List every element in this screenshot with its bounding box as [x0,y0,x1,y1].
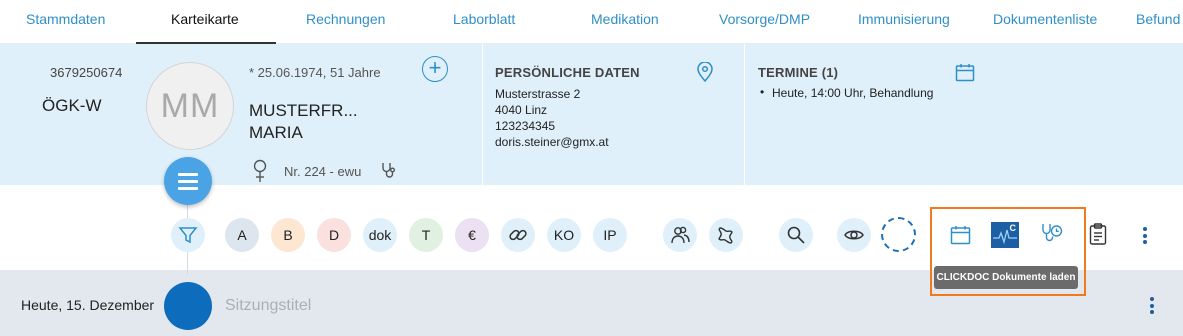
address-block: Musterstrasse 2 4040 Linz 123234345 dori… [495,86,609,150]
divider [744,44,745,185]
more-options-icon[interactable] [1143,227,1147,247]
map-button[interactable] [709,218,743,252]
patient-first-name: MARIA [249,123,303,142]
location-pin-icon[interactable] [696,61,714,87]
filter-icon [178,227,198,244]
link-icon [509,229,527,241]
view-button[interactable] [837,218,871,252]
tab-rechnungen[interactable]: Rechnungen [306,0,385,44]
tab-vorsorge-dmp[interactable]: Vorsorge/DMP [719,0,810,44]
calendar-icon[interactable] [955,63,975,87]
patient-name: MUSTERFR... MARIA [249,100,358,144]
phone-number: 123234345 [495,119,556,133]
map-icon [718,227,733,244]
clipboard-icon[interactable] [1089,223,1107,250]
filter-chip-ip[interactable]: IP [593,218,627,252]
divider [482,44,483,185]
menu-button[interactable] [164,157,212,205]
tab-bar: Stammdaten Karteikarte Rechnungen Laborb… [0,0,1183,44]
search-icon [787,226,805,244]
session-title-input[interactable]: Sitzungstitel [225,297,311,315]
insurer-name: ÖGK-W [42,96,102,115]
placeholder-button[interactable] [881,217,916,252]
address-city: 4040 Linz [495,103,548,117]
appointment-item[interactable]: Heute, 14:00 Uhr, Behandlung [758,85,933,100]
filter-chip-d[interactable]: D [317,218,351,252]
session-date: Heute, 15. Dezember [21,297,155,313]
hamburger-icon-bar [178,180,198,183]
tab-karteikarte[interactable]: Karteikarte [171,0,239,44]
appointment-list: Heute, 14:00 Uhr, Behandlung [758,85,933,100]
tab-stammdaten[interactable]: Stammdaten [26,0,105,44]
tab-laborblatt[interactable]: Laborblatt [453,0,515,44]
insurance-number: 3679250674 [50,65,123,80]
tab-befund[interactable]: Befund [1136,0,1180,44]
hamburger-icon-bar [178,187,198,190]
group-icon [671,226,690,244]
filter-chip-dok[interactable]: dok [363,218,397,252]
filter-chip-a[interactable]: A [225,218,259,252]
tab-medikation[interactable]: Medikation [591,0,659,44]
email-address: doris.steiner@gmx.at [495,135,609,149]
filter-chip-t[interactable]: T [409,218,443,252]
personal-data-title: PERSÖNLICHE DATEN [495,65,640,80]
patient-number: Nr. 224 - ewu [284,164,362,179]
clickdoc-label: C [1009,223,1017,233]
eye-icon [844,230,864,240]
stethoscope-icon[interactable] [380,162,397,184]
plus-icon: + [428,55,442,80]
appointments-title: TERMINE (1) [758,65,839,80]
clickdoc-button[interactable]: C [991,222,1019,248]
tooltip: CLICKDOC Dokumente laden [934,266,1078,289]
patient-last-name: MUSTERFR... [249,101,358,120]
link-button[interactable] [501,218,535,252]
address-street: Musterstrasse 2 [495,87,581,101]
session-marker[interactable] [164,282,212,330]
filter-chip-ko[interactable]: KO [547,218,581,252]
date-of-birth: * 25.06.1974, 51 Jahre [249,65,381,80]
tab-immunisierung[interactable]: Immunisierung [858,0,950,44]
session-more-options-icon[interactable] [1150,297,1154,317]
add-button[interactable]: + [422,56,448,82]
female-icon [252,159,268,188]
doctor-clock-icon[interactable] [1041,223,1063,250]
avatar[interactable]: MM [146,62,234,150]
hamburger-icon [178,173,198,176]
filter-button[interactable] [171,218,205,252]
tab-dokumentenliste[interactable]: Dokumentenliste [993,0,1097,44]
filter-chip-euro[interactable]: € [455,218,489,252]
search-button[interactable] [779,218,813,252]
filter-chip-b[interactable]: B [271,218,305,252]
calendar-icon[interactable] [950,225,971,250]
group-button[interactable] [663,218,697,252]
